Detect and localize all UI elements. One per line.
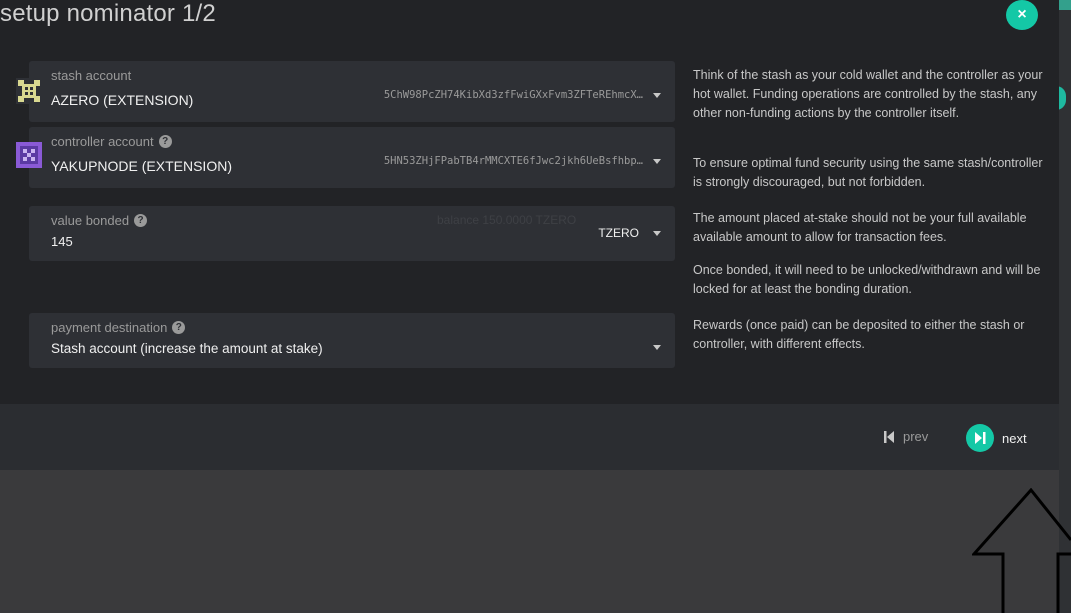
close-button[interactable]: × xyxy=(1006,0,1038,30)
unit-select[interactable]: TZERO xyxy=(598,226,639,240)
prev-button[interactable]: prev xyxy=(884,429,928,444)
controller-account-name: YAKUPNODE (EXTENSION) xyxy=(51,158,232,174)
value-bonded-label: value bonded ? xyxy=(51,213,148,228)
help-icon[interactable]: ? xyxy=(158,135,172,148)
stash-account-select[interactable]: stash account AZERO (EXTENSION) 5ChW98Pc… xyxy=(16,61,675,122)
help-text-stash-security: To ensure optimal fund security using th… xyxy=(693,156,1043,189)
step-forward-icon xyxy=(966,424,994,452)
stash-identicon-icon xyxy=(14,76,44,106)
value-bonded-input[interactable]: value bonded ? balance 150.0000 TZERO 14… xyxy=(29,206,675,261)
help-text-stash: Think of the stash as your cold wallet a… xyxy=(693,68,1043,120)
controller-identicon-icon xyxy=(14,140,44,170)
controller-account-label: controller account ? xyxy=(51,134,172,149)
help-icon[interactable]: ? xyxy=(134,214,148,227)
stash-account-label: stash account xyxy=(51,68,132,83)
chevron-down-icon xyxy=(653,93,661,98)
setup-nominator-modal: setup nominator 1/2 × stash account AZER… xyxy=(0,0,1059,470)
payment-destination-label: payment destination ? xyxy=(51,320,186,335)
modal-title: setup nominator 1/2 xyxy=(0,0,216,27)
prev-label: prev xyxy=(903,429,929,444)
controller-account-address: 5HN53ZHjFPabTB4rMMCXTE6fJwc2jkh6UeBsfhbp… xyxy=(383,155,643,167)
backdrop-accent-strip xyxy=(1059,0,1071,10)
chevron-down-icon xyxy=(653,159,661,164)
value-bonded-amount[interactable]: 145 xyxy=(51,234,73,249)
balance-readout: balance 150.0000 TZERO xyxy=(437,213,577,227)
help-text-bonded-duration: Once bonded, it will need to be unlocked… xyxy=(693,263,1041,296)
next-label: next xyxy=(1002,430,1027,446)
modal-footer: prev next xyxy=(0,404,1059,470)
controller-account-select[interactable]: controller account ? YAKUPNODE (EXTENSIO… xyxy=(16,127,675,188)
stash-account-name: AZERO (EXTENSION) xyxy=(51,92,194,108)
help-text-payment: Rewards (once paid) can be deposited to … xyxy=(693,318,1025,351)
help-text-bonded: The amount placed at-stake should not be… xyxy=(693,211,1027,244)
stash-account-address: 5ChW98PcZH74KibXd3zfFwiGXxFvm3ZFTeREhmcX… xyxy=(383,89,643,101)
step-backward-icon xyxy=(884,430,895,443)
payment-destination-value: Stash account (increase the amount at st… xyxy=(51,341,323,356)
next-button[interactable]: next xyxy=(966,424,1027,452)
annotation-arrow-icon xyxy=(972,488,1071,613)
payment-destination-select[interactable]: payment destination ? Stash account (inc… xyxy=(29,313,675,368)
chevron-down-icon[interactable] xyxy=(653,231,661,236)
chevron-down-icon xyxy=(653,345,661,350)
help-icon[interactable]: ? xyxy=(172,321,186,334)
close-icon: × xyxy=(1017,6,1027,23)
